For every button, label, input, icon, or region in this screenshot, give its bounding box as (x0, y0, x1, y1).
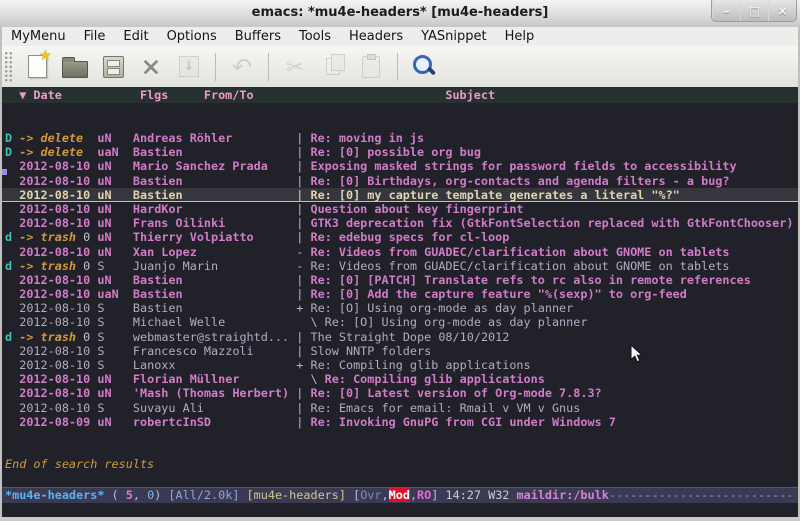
modeline-segment: ( (104, 488, 125, 502)
open-folder-button[interactable] (57, 50, 93, 84)
menu-options[interactable]: Options (158, 27, 226, 46)
open-folder-icon (62, 61, 88, 78)
headers-column-header: ▼ Date Flgs From/To Subject (2, 88, 798, 103)
mode-line: *mu4e-headers* ( 5, 0) [All/2.0k] [mu4e-… (2, 487, 798, 503)
mouse-cursor (630, 344, 646, 364)
modeline-segment: *mu4e-headers* (5, 488, 104, 502)
menu-file[interactable]: File (75, 27, 115, 46)
message-row[interactable]: 2012-08-10 uN Frans Oilinki | GTK3 depre… (2, 216, 798, 230)
paste-icon (362, 56, 380, 78)
save-as-button: ↓ (171, 50, 207, 84)
toolbar-separator (215, 53, 216, 81)
modeline-segment: RO (417, 488, 431, 502)
message-row[interactable]: 2012-08-10 S Suvayu Ali | Re: Emacs for … (2, 401, 798, 415)
save-as-icon: ↓ (179, 56, 199, 77)
maximize-button[interactable]: □ (740, 0, 768, 21)
message-row[interactable]: D -> delete uaN Bastien | Re: [0] possib… (2, 145, 798, 159)
message-row[interactable]: 2012-08-10 uN Bastien | Re: [0] Birthday… (2, 174, 798, 188)
message-row[interactable]: 2012-08-10 S Lanoxx + Re: Compiling glib… (2, 358, 798, 372)
cut-button: ✂ (277, 50, 313, 84)
title-bar: emacs: *mu4e-headers* [mu4e-headers] –□× (0, 0, 800, 28)
end-of-search-results: End of search results (2, 457, 798, 471)
message-row[interactable]: d -> trash 0 uN Thierry Volpiatto | Re: … (2, 230, 798, 244)
undo-icon: ↶ (232, 55, 252, 79)
message-row[interactable]: 2012-08-10 uN Bastien | Re: [0] my captu… (2, 188, 798, 202)
modeline-segment: [ (346, 488, 360, 502)
message-row[interactable]: 2012-08-10 uN 'Mash (Thomas Herbert) | R… (2, 386, 798, 400)
echo-area (2, 503, 798, 517)
mu4e-headers-buffer: D -> delete uN Andreas Röhler | Re: movi… (2, 103, 798, 487)
message-list: D -> delete uN Andreas Röhler | Re: movi… (2, 131, 798, 429)
modeline-segment: , (382, 488, 389, 502)
copy-icon (326, 58, 340, 75)
new-file-icon (28, 55, 47, 78)
undo-button: ↶ (224, 50, 260, 84)
menu-mymenu[interactable]: MyMenu (2, 27, 75, 46)
message-row[interactable]: D -> delete uN Andreas Röhler | Re: movi… (2, 131, 798, 145)
emacs-window: emacs: *mu4e-headers* [mu4e-headers] –□×… (0, 0, 800, 521)
modeline-segment: ) (154, 488, 168, 502)
delete-icon: × (141, 54, 162, 79)
close-button[interactable]: × (768, 0, 796, 21)
menu-edit[interactable]: Edit (114, 27, 157, 46)
modeline-segment: Mod (389, 488, 410, 502)
message-row[interactable]: 2012-08-10 S Michael Welle \ Re: [O] Usi… (2, 315, 798, 329)
toolbar-separator (268, 53, 269, 81)
message-row[interactable]: 2012-08-10 uN Florian Müllner \ Re: Comp… (2, 372, 798, 386)
modeline-segment: [mu4e-headers] (247, 488, 346, 502)
toolbar-separator (397, 53, 398, 81)
search-button[interactable] (406, 50, 442, 84)
message-row[interactable]: 2012-08-09 uN robertcInSD | Re: Invoking… (2, 415, 798, 429)
message-row[interactable]: 2012-08-10 S Bastien + Re: [O] Using org… (2, 301, 798, 315)
message-row[interactable]: d -> trash 0 S Juanjo Marin - Re: Videos… (2, 259, 798, 273)
frame-border-bottom (0, 517, 800, 521)
cut-icon: ✂ (286, 55, 304, 79)
modeline-segment: Ovr (360, 488, 381, 502)
message-row[interactable]: 2012-08-10 uN HardKor | Question about k… (2, 202, 798, 216)
modeline-segment: [All/2.0k] (168, 488, 239, 502)
modeline-segment: 14:27 W32 (445, 488, 516, 502)
message-row[interactable]: 2012-08-10 uN Mario Sanchez Prada | Expo… (2, 159, 798, 173)
menu-buffers[interactable]: Buffers (226, 27, 290, 46)
message-row[interactable]: d -> trash 0 S webmaster@straightd... | … (2, 330, 798, 344)
minimize-button[interactable]: – (712, 0, 740, 21)
delete-button[interactable]: × (133, 50, 169, 84)
modeline-segment: -------------------------- (609, 488, 794, 502)
message-row[interactable]: 2012-08-10 uN Xan Lopez - Re: Videos fro… (2, 245, 798, 259)
modeline-segment: 5 (126, 488, 133, 502)
fringe-marker (2, 169, 7, 175)
modeline-segment: maildir:/bulk (517, 488, 609, 502)
tool-bar: × ↓ ↶ ✂ (2, 46, 798, 88)
menu-yasnippet[interactable]: YASnippet (412, 27, 496, 46)
window-controls: –□× (711, 0, 797, 22)
window-title: emacs: *mu4e-headers* [mu4e-headers] (0, 5, 800, 20)
new-file-button[interactable] (19, 50, 55, 84)
menu-tools[interactable]: Tools (290, 27, 340, 46)
message-row[interactable]: 2012-08-10 uN Bastien | Re: [0] [PATCH] … (2, 273, 798, 287)
paste-button (353, 50, 389, 84)
modeline-segment: , (410, 488, 417, 502)
message-row[interactable]: 2012-08-10 uaN Bastien | Re: [0] Add the… (2, 287, 798, 301)
message-row[interactable]: 2012-08-10 S Francesco Mazzoli | Slow NN… (2, 344, 798, 358)
menu-help[interactable]: Help (496, 27, 544, 46)
copy-button (315, 50, 351, 84)
search-icon (413, 55, 432, 74)
menu-bar: MyMenuFileEditOptionsBuffersToolsHeaders… (2, 27, 798, 46)
save-button[interactable] (95, 50, 131, 84)
toolbar-grip-handle[interactable] (4, 51, 13, 83)
modeline-segment: , (133, 488, 147, 502)
modeline-segment (239, 488, 246, 502)
menu-headers[interactable]: Headers (340, 27, 412, 46)
save-icon (103, 56, 124, 78)
modeline-segment: ] (431, 488, 445, 502)
